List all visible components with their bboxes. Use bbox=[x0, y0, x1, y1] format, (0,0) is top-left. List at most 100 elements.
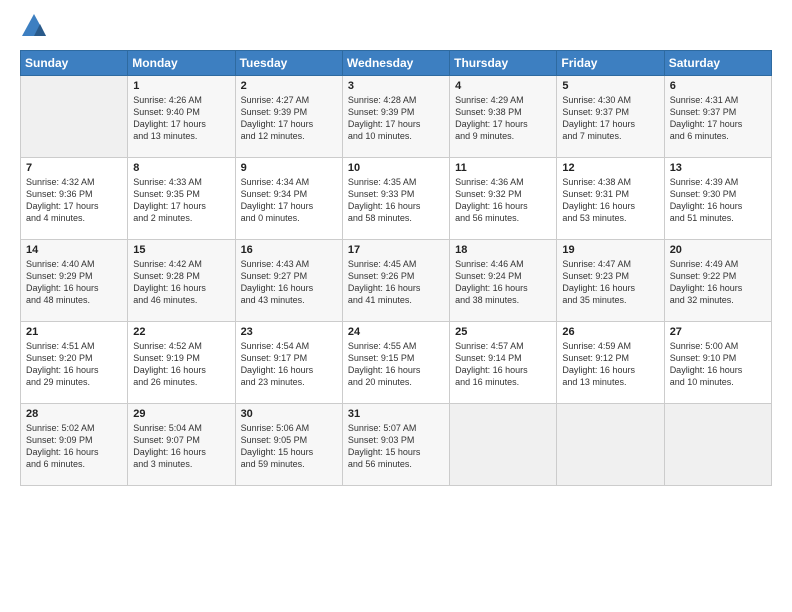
day-info: Sunrise: 5:07 AMSunset: 9:03 PMDaylight:… bbox=[348, 422, 444, 471]
calendar-cell: 31 Sunrise: 5:07 AMSunset: 9:03 PMDayligh… bbox=[342, 404, 449, 486]
calendar-cell bbox=[664, 404, 771, 486]
day-number: 12 bbox=[562, 162, 658, 174]
day-number: 27 bbox=[670, 326, 766, 338]
calendar-cell: 5 Sunrise: 4:30 AMSunset: 9:37 PMDaylight… bbox=[557, 76, 664, 158]
calendar-cell: 24 Sunrise: 4:55 AMSunset: 9:15 PMDayligh… bbox=[342, 322, 449, 404]
day-number: 26 bbox=[562, 326, 658, 338]
calendar-cell: 30 Sunrise: 5:06 AMSunset: 9:05 PMDayligh… bbox=[235, 404, 342, 486]
day-number: 30 bbox=[241, 408, 337, 420]
calendar-cell: 28 Sunrise: 5:02 AMSunset: 9:09 PMDayligh… bbox=[21, 404, 128, 486]
day-number: 25 bbox=[455, 326, 551, 338]
day-info: Sunrise: 4:45 AMSunset: 9:26 PMDaylight:… bbox=[348, 258, 444, 307]
day-info: Sunrise: 4:27 AMSunset: 9:39 PMDaylight:… bbox=[241, 94, 337, 143]
day-info: Sunrise: 4:28 AMSunset: 9:39 PMDaylight:… bbox=[348, 94, 444, 143]
weekday-header: Tuesday bbox=[235, 51, 342, 76]
day-info: Sunrise: 4:51 AMSunset: 9:20 PMDaylight:… bbox=[26, 340, 122, 389]
day-number: 4 bbox=[455, 80, 551, 92]
day-number: 18 bbox=[455, 244, 551, 256]
weekday-header: Sunday bbox=[21, 51, 128, 76]
calendar-cell: 22 Sunrise: 4:52 AMSunset: 9:19 PMDayligh… bbox=[128, 322, 235, 404]
day-info: Sunrise: 5:00 AMSunset: 9:10 PMDaylight:… bbox=[670, 340, 766, 389]
day-number: 31 bbox=[348, 408, 444, 420]
day-info: Sunrise: 4:33 AMSunset: 9:35 PMDaylight:… bbox=[133, 176, 229, 225]
calendar-cell bbox=[21, 76, 128, 158]
weekday-header: Saturday bbox=[664, 51, 771, 76]
day-info: Sunrise: 4:52 AMSunset: 9:19 PMDaylight:… bbox=[133, 340, 229, 389]
day-info: Sunrise: 4:38 AMSunset: 9:31 PMDaylight:… bbox=[562, 176, 658, 225]
day-number: 17 bbox=[348, 244, 444, 256]
logo-icon bbox=[20, 12, 48, 40]
calendar-cell: 6 Sunrise: 4:31 AMSunset: 9:37 PMDaylight… bbox=[664, 76, 771, 158]
day-info: Sunrise: 4:59 AMSunset: 9:12 PMDaylight:… bbox=[562, 340, 658, 389]
day-number: 10 bbox=[348, 162, 444, 174]
day-info: Sunrise: 4:43 AMSunset: 9:27 PMDaylight:… bbox=[241, 258, 337, 307]
day-info: Sunrise: 4:31 AMSunset: 9:37 PMDaylight:… bbox=[670, 94, 766, 143]
calendar-cell: 10 Sunrise: 4:35 AMSunset: 9:33 PMDayligh… bbox=[342, 158, 449, 240]
day-info: Sunrise: 4:42 AMSunset: 9:28 PMDaylight:… bbox=[133, 258, 229, 307]
day-number: 11 bbox=[455, 162, 551, 174]
calendar-cell: 15 Sunrise: 4:42 AMSunset: 9:28 PMDayligh… bbox=[128, 240, 235, 322]
day-info: Sunrise: 4:46 AMSunset: 9:24 PMDaylight:… bbox=[455, 258, 551, 307]
calendar-cell: 18 Sunrise: 4:46 AMSunset: 9:24 PMDayligh… bbox=[450, 240, 557, 322]
day-info: Sunrise: 4:57 AMSunset: 9:14 PMDaylight:… bbox=[455, 340, 551, 389]
calendar-cell: 14 Sunrise: 4:40 AMSunset: 9:29 PMDayligh… bbox=[21, 240, 128, 322]
day-info: Sunrise: 5:04 AMSunset: 9:07 PMDaylight:… bbox=[133, 422, 229, 471]
day-info: Sunrise: 4:30 AMSunset: 9:37 PMDaylight:… bbox=[562, 94, 658, 143]
day-number: 29 bbox=[133, 408, 229, 420]
day-number: 2 bbox=[241, 80, 337, 92]
day-number: 15 bbox=[133, 244, 229, 256]
calendar: SundayMondayTuesdayWednesdayThursdayFrid… bbox=[20, 50, 772, 486]
calendar-cell: 9 Sunrise: 4:34 AMSunset: 9:34 PMDaylight… bbox=[235, 158, 342, 240]
calendar-cell bbox=[557, 404, 664, 486]
calendar-cell: 13 Sunrise: 4:39 AMSunset: 9:30 PMDayligh… bbox=[664, 158, 771, 240]
day-number: 19 bbox=[562, 244, 658, 256]
calendar-cell: 7Sunrise: 4:32 AMSunset: 9:36 PMDaylight… bbox=[21, 158, 128, 240]
calendar-cell: 27 Sunrise: 5:00 AMSunset: 9:10 PMDayligh… bbox=[664, 322, 771, 404]
day-info: Sunrise: 4:40 AMSunset: 9:29 PMDaylight:… bbox=[26, 258, 122, 307]
day-number: 13 bbox=[670, 162, 766, 174]
day-number: 14 bbox=[26, 244, 122, 256]
day-info: Sunrise: 4:35 AMSunset: 9:33 PMDaylight:… bbox=[348, 176, 444, 225]
calendar-cell: 4Sunrise: 4:29 AMSunset: 9:38 PMDaylight… bbox=[450, 76, 557, 158]
day-info: Sunrise: 4:26 AMSunset: 9:40 PMDaylight:… bbox=[133, 94, 229, 143]
calendar-cell: 8 Sunrise: 4:33 AMSunset: 9:35 PMDaylight… bbox=[128, 158, 235, 240]
calendar-cell: 17 Sunrise: 4:45 AMSunset: 9:26 PMDayligh… bbox=[342, 240, 449, 322]
day-number: 23 bbox=[241, 326, 337, 338]
calendar-cell: 25 Sunrise: 4:57 AMSunset: 9:14 PMDayligh… bbox=[450, 322, 557, 404]
day-info: Sunrise: 4:36 AMSunset: 9:32 PMDaylight:… bbox=[455, 176, 551, 225]
day-number: 1 bbox=[133, 80, 229, 92]
day-number: 3 bbox=[348, 80, 444, 92]
day-info: Sunrise: 4:47 AMSunset: 9:23 PMDaylight:… bbox=[562, 258, 658, 307]
header bbox=[20, 16, 772, 40]
calendar-cell: 21 Sunrise: 4:51 AMSunset: 9:20 PMDayligh… bbox=[21, 322, 128, 404]
calendar-cell: 23Sunrise: 4:54 AMSunset: 9:17 PMDayligh… bbox=[235, 322, 342, 404]
day-number: 24 bbox=[348, 326, 444, 338]
day-number: 5 bbox=[562, 80, 658, 92]
logo bbox=[20, 16, 52, 40]
day-info: Sunrise: 4:39 AMSunset: 9:30 PMDaylight:… bbox=[670, 176, 766, 225]
day-info: Sunrise: 5:02 AMSunset: 9:09 PMDaylight:… bbox=[26, 422, 122, 471]
calendar-cell: 29 Sunrise: 5:04 AMSunset: 9:07 PMDayligh… bbox=[128, 404, 235, 486]
day-number: 22 bbox=[133, 326, 229, 338]
calendar-cell: 2 Sunrise: 4:27 AMSunset: 9:39 PMDaylight… bbox=[235, 76, 342, 158]
calendar-cell: 16 Sunrise: 4:43 AMSunset: 9:27 PMDayligh… bbox=[235, 240, 342, 322]
weekday-header: Thursday bbox=[450, 51, 557, 76]
calendar-cell: 20Sunrise: 4:49 AMSunset: 9:22 PMDayligh… bbox=[664, 240, 771, 322]
day-info: Sunrise: 5:06 AMSunset: 9:05 PMDaylight:… bbox=[241, 422, 337, 471]
calendar-cell: 1 Sunrise: 4:26 AMSunset: 9:40 PMDaylight… bbox=[128, 76, 235, 158]
day-number: 28 bbox=[26, 408, 122, 420]
day-number: 21 bbox=[26, 326, 122, 338]
day-info: Sunrise: 4:32 AMSunset: 9:36 PMDaylight:… bbox=[26, 176, 122, 225]
day-number: 6 bbox=[670, 80, 766, 92]
calendar-cell: 19 Sunrise: 4:47 AMSunset: 9:23 PMDayligh… bbox=[557, 240, 664, 322]
day-number: 9 bbox=[241, 162, 337, 174]
day-info: Sunrise: 4:49 AMSunset: 9:22 PMDaylight:… bbox=[670, 258, 766, 307]
calendar-cell: 12 Sunrise: 4:38 AMSunset: 9:31 PMDayligh… bbox=[557, 158, 664, 240]
day-info: Sunrise: 4:34 AMSunset: 9:34 PMDaylight:… bbox=[241, 176, 337, 225]
day-info: Sunrise: 4:55 AMSunset: 9:15 PMDaylight:… bbox=[348, 340, 444, 389]
calendar-cell bbox=[450, 404, 557, 486]
day-number: 8 bbox=[133, 162, 229, 174]
weekday-header: Friday bbox=[557, 51, 664, 76]
calendar-cell: 11 Sunrise: 4:36 AMSunset: 9:32 PMDayligh… bbox=[450, 158, 557, 240]
day-number: 16 bbox=[241, 244, 337, 256]
